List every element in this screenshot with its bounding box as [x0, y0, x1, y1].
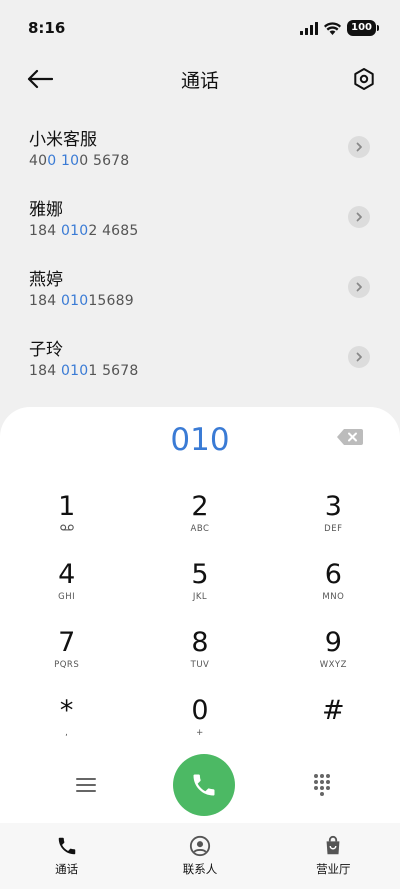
- nav-label: 通话: [55, 862, 79, 876]
- key-4[interactable]: 4 GHI: [0, 557, 133, 625]
- dialer-panel: 010 1 2 ABC 3 DEF 4 GHI 5 JKL 6 MNO 7 PQ…: [0, 407, 400, 823]
- page-title: 通话: [180, 69, 219, 92]
- contact-name: 子玲: [29, 340, 63, 360]
- keypad-toggle-button[interactable]: [308, 771, 336, 799]
- keypad: 1 2 ABC 3 DEF 4 GHI 5 JKL 6 MNO 7 PQRS 8…: [0, 489, 400, 761]
- key-star[interactable]: * ,: [0, 693, 133, 761]
- result-row[interactable]: 子玲 184 0101 5678: [0, 322, 400, 392]
- settings-button[interactable]: [350, 65, 378, 93]
- contact-detail-button[interactable]: [348, 206, 370, 228]
- contact-number: 184 01015689: [29, 293, 134, 309]
- nav-label: 联系人: [182, 862, 218, 876]
- chevron-right-icon: [356, 142, 362, 152]
- settings-hexagon-icon: [354, 68, 374, 90]
- phone-icon: [58, 837, 75, 855]
- battery-indicator: 100: [347, 20, 379, 36]
- contact-number: 400 100 5678: [29, 153, 130, 169]
- shopping-bag-icon: [326, 835, 340, 855]
- key-0[interactable]: 0 +: [133, 693, 266, 761]
- nav-item-calls[interactable]: 通话: [7, 835, 127, 877]
- result-row[interactable]: 小米客服 400 100 5678: [0, 112, 400, 182]
- call-button[interactable]: [173, 754, 235, 816]
- backspace-icon: [337, 429, 363, 445]
- backspace-button[interactable]: [336, 427, 364, 447]
- menu-icon: [76, 778, 96, 792]
- key-9[interactable]: 9 WXYZ: [267, 625, 400, 693]
- contact-name: 燕婷: [29, 270, 63, 290]
- menu-button[interactable]: [72, 771, 100, 799]
- status-bar: 8:16 100: [0, 0, 400, 56]
- key-7[interactable]: 7 PQRS: [0, 625, 133, 693]
- wifi-icon: [324, 21, 342, 35]
- nav-item-contacts[interactable]: 联系人: [140, 835, 260, 877]
- chevron-right-icon: [356, 352, 362, 362]
- nav-item-service-hall[interactable]: 营业厅: [273, 835, 393, 877]
- key-2[interactable]: 2 ABC: [133, 489, 266, 557]
- key-3[interactable]: 3 DEF: [267, 489, 400, 557]
- contact-detail-button[interactable]: [348, 346, 370, 368]
- dial-actions: [0, 753, 400, 817]
- contact-number: 184 0102 4685: [29, 223, 139, 239]
- bottom-nav: 通话 联系人 营业厅: [0, 823, 400, 889]
- status-icons: 100: [300, 20, 379, 36]
- contact-number: 184 0101 5678: [29, 363, 139, 379]
- app-header: 通话: [0, 56, 400, 102]
- result-row[interactable]: 雅娜 184 0102 4685: [0, 182, 400, 252]
- key-6[interactable]: 6 MNO: [267, 557, 400, 625]
- key-1[interactable]: 1: [0, 489, 133, 557]
- back-arrow-icon: [27, 69, 53, 89]
- contact-name: 小米客服: [29, 130, 97, 150]
- status-time: 8:16: [28, 19, 66, 37]
- search-results-list: 小米客服 400 100 5678 雅娜 184 0102 4685 燕婷 18…: [0, 112, 400, 392]
- contact-detail-button[interactable]: [348, 136, 370, 158]
- contacts-icon: [189, 835, 211, 857]
- phone-icon: [193, 774, 215, 796]
- chevron-right-icon: [356, 282, 362, 292]
- key-5[interactable]: 5 JKL: [133, 557, 266, 625]
- voicemail-icon: [59, 524, 74, 531]
- contact-name: 雅娜: [29, 200, 63, 220]
- dialpad-icon: [314, 774, 330, 796]
- signal-icon: [300, 21, 319, 35]
- key-8[interactable]: 8 TUV: [133, 625, 266, 693]
- back-button[interactable]: [26, 65, 54, 93]
- key-hash[interactable]: #: [267, 693, 400, 761]
- chevron-right-icon: [356, 212, 362, 222]
- result-row[interactable]: 燕婷 184 01015689: [0, 252, 400, 322]
- contact-detail-button[interactable]: [348, 276, 370, 298]
- nav-label: 营业厅: [316, 862, 351, 876]
